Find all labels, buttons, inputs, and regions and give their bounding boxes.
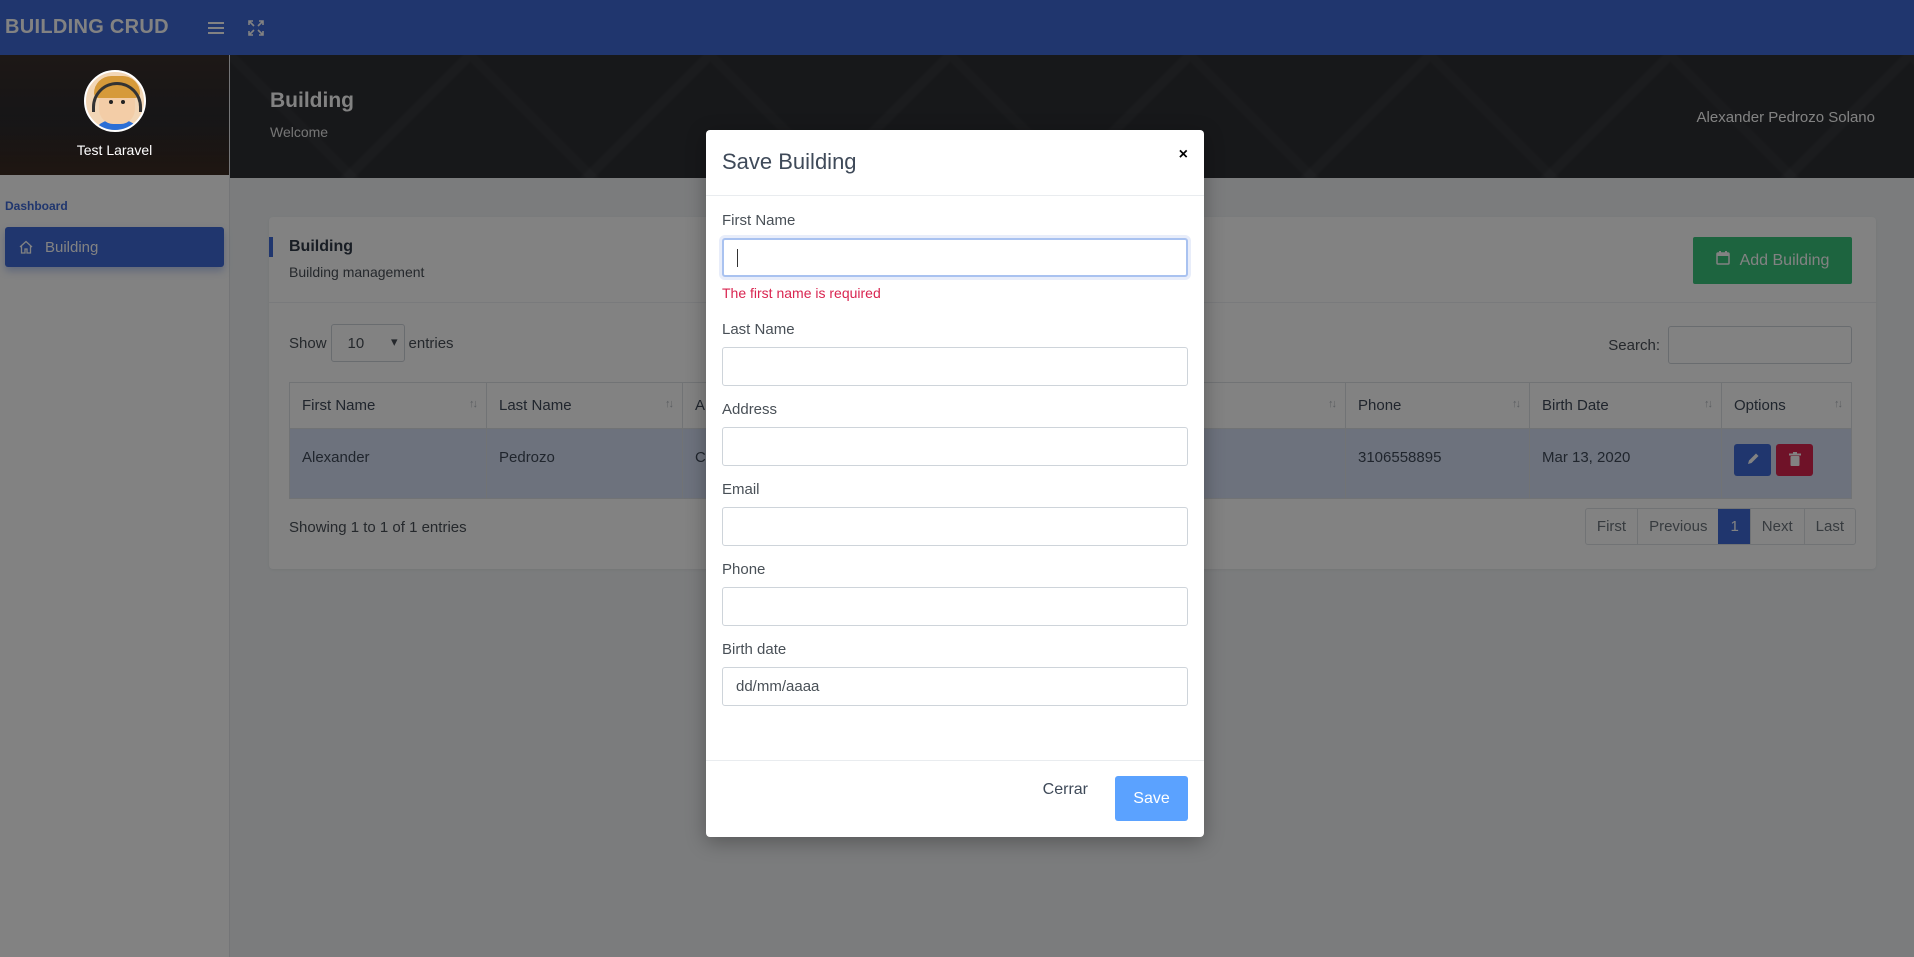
phone-label: Phone <box>722 561 766 578</box>
modal-header: Save Building × <box>706 130 1204 196</box>
last-name-field[interactable] <box>722 347 1188 386</box>
save-button[interactable]: Save <box>1115 776 1188 821</box>
last-name-label: Last Name <box>722 321 795 338</box>
address-label: Address <box>722 401 778 418</box>
modal-footer: Cerrar Save <box>706 760 1204 837</box>
close-icon[interactable]: × <box>1179 146 1188 164</box>
first-name-error: The first name is required <box>722 285 881 301</box>
email-label: Email <box>722 481 760 498</box>
profile-name: Test Laravel <box>76 142 153 158</box>
modal-body: First Name The first name is required La… <box>706 196 1204 706</box>
phone-group: Phone <box>722 561 1188 626</box>
email-field[interactable] <box>722 507 1188 546</box>
first-name-label: First Name <box>722 212 796 229</box>
avatar[interactable] <box>83 70 146 132</box>
address-field[interactable] <box>722 427 1188 466</box>
phone-field[interactable] <box>722 587 1188 626</box>
birth-date-label: Birth date <box>722 641 787 658</box>
email-group: Email <box>722 481 1188 546</box>
birth-date-group: Birth date dd/mm/aaaa <box>722 641 1188 706</box>
first-name-field[interactable] <box>722 238 1188 277</box>
cerrar-button[interactable]: Cerrar <box>1043 781 1088 799</box>
save-building-modal: Save Building × First Name The first nam… <box>706 130 1204 837</box>
address-group: Address <box>722 401 1188 466</box>
last-name-group: Last Name <box>722 321 1188 386</box>
text-caret <box>737 248 738 267</box>
birth-date-field[interactable]: dd/mm/aaaa <box>722 667 1188 706</box>
modal-title: Save Building <box>722 149 857 174</box>
first-name-group: First Name The first name is required <box>722 212 1188 301</box>
